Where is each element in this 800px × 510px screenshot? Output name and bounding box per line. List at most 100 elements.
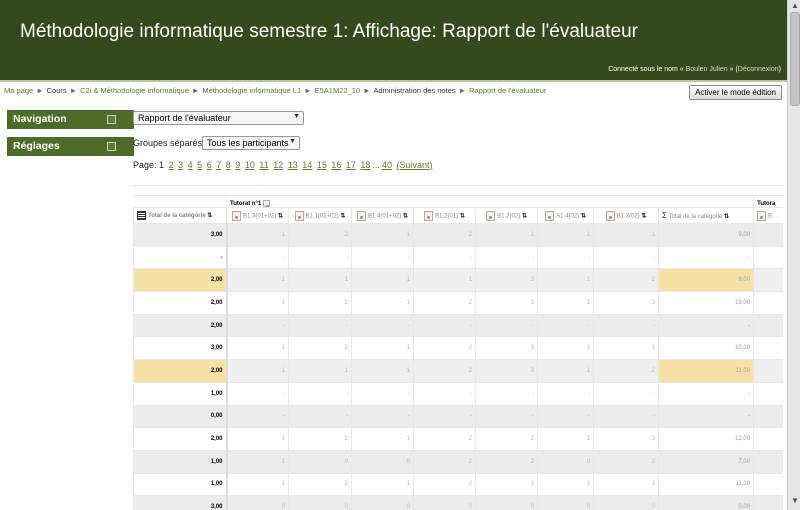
grade-cell[interactable]: 0: [288, 449, 352, 474]
grade-cell[interactable]: 1: [413, 268, 476, 293]
grade-cell[interactable]: 1: [351, 359, 414, 383]
grade-cell[interactable]: 1: [351, 336, 414, 361]
navigation-block-header[interactable]: Navigation: [7, 110, 134, 129]
grade-cell[interactable]: 1: [593, 336, 659, 361]
grade-item-column-header[interactable]: B1.2(02) ⇅: [475, 207, 538, 224]
grade-cell[interactable]: 1: [475, 223, 538, 247]
grade-cell[interactable]: 1: [537, 472, 594, 497]
scrollbar-thumb[interactable]: [790, 12, 800, 106]
grade-cell[interactable]: 1: [537, 427, 594, 451]
grade-cell[interactable]: 2: [475, 268, 538, 293]
grade-item-column-header[interactable]: B1.3(01+02) ⇅: [226, 207, 289, 224]
sort-icon[interactable]: ⇅: [522, 213, 527, 219]
grade-cell[interactable]: [753, 268, 783, 293]
sort-icon[interactable]: ⇅: [581, 213, 586, 219]
grade-cell[interactable]: -: [288, 404, 352, 429]
grade-cell[interactable]: -: [413, 313, 476, 338]
grader-table-container[interactable]: Tutorat n°1 Tutora Total de la catégorie…: [133, 195, 783, 510]
total-column-header[interactable]: Total de la catégorie ⇅: [133, 207, 227, 224]
grade-cell[interactable]: 2: [593, 268, 659, 293]
grade-cell[interactable]: 2: [413, 472, 476, 497]
pagination-page-link[interactable]: 12: [273, 160, 283, 170]
grade-cell[interactable]: 1: [226, 336, 289, 361]
grade-cell[interactable]: 3: [475, 359, 538, 383]
grade-cell[interactable]: -: [351, 245, 414, 270]
grade-cell[interactable]: -: [351, 404, 414, 429]
pagination-page-link[interactable]: 40: [382, 160, 392, 170]
grade-cell[interactable]: -: [226, 313, 289, 338]
pagination-page-link[interactable]: 16: [331, 160, 341, 170]
grade-cell[interactable]: [753, 359, 783, 383]
grade-cell[interactable]: 3: [475, 336, 538, 361]
grade-cell[interactable]: 2: [413, 359, 476, 383]
breadcrumb-item[interactable]: Ma page: [4, 86, 33, 95]
grade-cell[interactable]: 2: [593, 449, 659, 474]
grade-item-column-header[interactable]: B1.3(02) ⇅: [593, 207, 659, 224]
grade-cell[interactable]: [753, 223, 783, 247]
grade-cell[interactable]: -: [288, 381, 352, 406]
pagination-page-link[interactable]: 5: [197, 160, 202, 170]
grade-cell[interactable]: -: [413, 381, 476, 406]
grade-cell[interactable]: -: [475, 245, 538, 270]
grade-cell[interactable]: 2: [288, 223, 352, 247]
sort-icon[interactable]: ⇅: [340, 213, 345, 219]
pagination-page-link[interactable]: 15: [317, 160, 327, 170]
pagination-next-link[interactable]: (Suivant): [396, 160, 432, 170]
grade-cell[interactable]: 0: [475, 495, 538, 510]
sort-icon[interactable]: ⇅: [403, 213, 408, 219]
grade-cell[interactable]: 1: [537, 223, 594, 247]
sort-icon[interactable]: ⇅: [724, 214, 729, 220]
logout-link[interactable]: Déconnexion: [738, 66, 779, 73]
grade-cell[interactable]: [753, 495, 783, 510]
pagination-page-link[interactable]: 2: [169, 160, 174, 170]
grade-cell[interactable]: 1: [288, 359, 352, 383]
breadcrumb-item[interactable]: C2i & Méthodologie informatique: [80, 86, 189, 95]
grade-cell[interactable]: 3: [593, 472, 659, 497]
scroll-down-arrow-icon[interactable]: ▼: [791, 496, 799, 505]
sort-icon[interactable]: ⇅: [207, 213, 212, 219]
sort-icon[interactable]: ⇅: [278, 213, 283, 219]
grade-item-column-header[interactable]: B1.2(01) ⇅: [413, 207, 476, 224]
grade-cell[interactable]: [753, 404, 783, 429]
grade-cell[interactable]: 2: [288, 472, 352, 497]
collapse-icon[interactable]: [262, 199, 270, 207]
grade-cell[interactable]: 1: [351, 472, 414, 497]
pagination-page-link[interactable]: 10: [245, 160, 255, 170]
category-total-column-header[interactable]: Σ Total de la catégorie ⇅: [657, 207, 755, 224]
grade-cell[interactable]: 1: [226, 291, 289, 315]
grade-item-column-header[interactable]: B: [753, 207, 783, 224]
grade-cell[interactable]: [753, 313, 783, 338]
grade-cell[interactable]: -: [593, 245, 659, 270]
grade-cell[interactable]: -: [288, 313, 352, 338]
grade-cell[interactable]: 1: [475, 472, 538, 497]
grade-cell[interactable]: [753, 427, 783, 451]
grade-cell[interactable]: 0: [413, 495, 476, 510]
pagination-page-link[interactable]: 3: [178, 160, 183, 170]
grade-cell[interactable]: 0: [593, 495, 659, 510]
pagination-page-link[interactable]: 14: [302, 160, 312, 170]
grade-cell[interactable]: 1: [226, 359, 289, 383]
breadcrumb-item[interactable]: Rapport de l'évaluateur: [469, 86, 546, 95]
grade-cell[interactable]: -: [537, 404, 594, 429]
next-category-header[interactable]: Tutora: [753, 195, 783, 208]
grade-cell[interactable]: 2: [288, 427, 352, 451]
grade-cell[interactable]: 1: [226, 223, 289, 247]
grade-cell[interactable]: 0: [288, 495, 352, 510]
grade-item-column-header[interactable]: B1.4(01+02) ⇅: [351, 207, 414, 224]
grade-cell[interactable]: 0: [351, 449, 414, 474]
grade-cell[interactable]: -: [475, 381, 538, 406]
sort-icon[interactable]: ⇅: [460, 213, 465, 219]
grade-cell[interactable]: [753, 472, 783, 497]
grade-cell[interactable]: 0: [537, 495, 594, 510]
grade-cell[interactable]: 2: [288, 336, 352, 361]
grade-cell[interactable]: -: [413, 404, 476, 429]
report-select[interactable]: Rapport de l'évaluateur ▼: [133, 111, 304, 125]
grade-cell[interactable]: 2: [413, 336, 476, 361]
grade-cell[interactable]: 0: [537, 449, 594, 474]
grade-cell[interactable]: -: [537, 245, 594, 270]
grade-cell[interactable]: 3: [593, 427, 659, 451]
group-select[interactable]: Tous les participants ▼: [202, 136, 300, 150]
pagination-page-link[interactable]: 4: [188, 160, 193, 170]
grade-cell[interactable]: -: [351, 381, 414, 406]
pagination-page-link[interactable]: 6: [207, 160, 212, 170]
